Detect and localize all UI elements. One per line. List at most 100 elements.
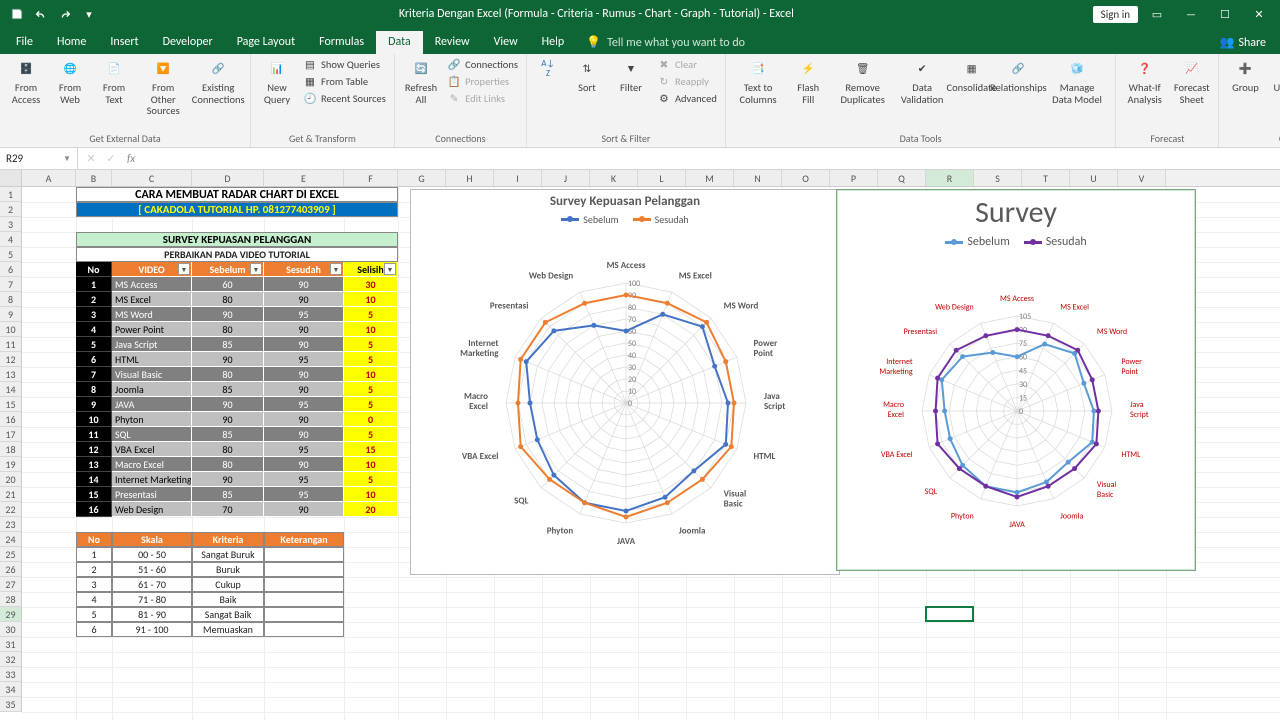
data-sesudah[interactable]: 90 [264,502,344,517]
from-access-button[interactable]: 🗄️From Access [6,56,46,107]
save-icon[interactable] [6,3,28,25]
undo-icon[interactable] [30,3,52,25]
col-header-C[interactable]: C [112,170,192,186]
data-sesudah[interactable]: 95 [264,472,344,487]
flash-fill-button[interactable]: ⚡Flash Fill [788,56,828,107]
col-header-E[interactable]: E [264,170,344,186]
t2-skala[interactable]: 51 - 60 [112,562,192,577]
text-to-columns-button[interactable]: 📑Text to Columns [732,56,784,107]
t2-no[interactable]: 6 [76,622,112,637]
data-video[interactable]: Web Design [112,502,192,517]
data-no[interactable]: 7 [76,367,112,382]
remove-dup-button[interactable]: 🗑Remove Duplicates [832,56,893,107]
t2-skala[interactable]: 71 - 80 [112,592,192,607]
data-no[interactable]: 5 [76,337,112,352]
tab-review[interactable]: Review [423,31,482,54]
from-other-button[interactable]: 🔽From Other Sources [138,56,188,119]
t2-hdr-no[interactable]: No [76,532,112,547]
col-header-I[interactable]: I [494,170,542,186]
row-header-27[interactable]: 27 [0,577,22,592]
t2-no[interactable]: 2 [76,562,112,577]
col-header-A[interactable]: A [22,170,76,186]
t2-ket[interactable] [264,592,344,607]
row-header-35[interactable]: 35 [0,697,22,712]
row-header-6[interactable]: 6 [0,262,22,277]
data-sebelum[interactable]: 80 [192,367,264,382]
t2-ket[interactable] [264,577,344,592]
tab-developer[interactable]: Developer [151,31,225,54]
data-sebelum[interactable]: 80 [192,442,264,457]
data-no[interactable]: 8 [76,382,112,397]
data-video[interactable]: Java Script [112,337,192,352]
manage-data-model-button[interactable]: 🧊Manage Data Model [1045,56,1110,107]
t2-hdr-kriteria[interactable]: Kriteria [192,532,264,547]
data-sebelum[interactable]: 85 [192,337,264,352]
col-header-J[interactable]: J [542,170,590,186]
clear-button[interactable]: ✖Clear [655,56,719,72]
data-video[interactable]: Phyton [112,412,192,427]
filter-dropdown-icon[interactable]: ▼ [330,263,342,275]
connections-button[interactable]: 🔗Connections [445,56,520,72]
data-sebelum[interactable]: 80 [192,292,264,307]
data-video[interactable]: MS Word [112,307,192,322]
close-icon[interactable]: ✕ [1244,3,1274,25]
data-sebelum[interactable]: 85 [192,382,264,397]
data-sebelum[interactable]: 60 [192,277,264,292]
data-no[interactable]: 16 [76,502,112,517]
row-header-16[interactable]: 16 [0,412,22,427]
data-no[interactable]: 6 [76,352,112,367]
col-header-B[interactable]: B [76,170,112,186]
data-sesudah[interactable]: 90 [264,337,344,352]
t2-no[interactable]: 3 [76,577,112,592]
col-header-O[interactable]: O [782,170,830,186]
data-video[interactable]: HTML [112,352,192,367]
data-sesudah[interactable]: 95 [264,442,344,457]
filter-dropdown-icon[interactable]: ▼ [178,263,190,275]
data-sebelum[interactable]: 90 [192,412,264,427]
row-header-34[interactable]: 34 [0,682,22,697]
filter-button[interactable]: ▼Filter [611,56,651,96]
cancel-formula-icon[interactable]: ✕ [82,152,100,165]
data-selisih[interactable]: 5 [344,427,398,442]
data-sesudah[interactable]: 90 [264,427,344,442]
t2-skala[interactable]: 81 - 90 [112,607,192,622]
row-header-3[interactable]: 3 [0,217,22,232]
data-sesudah[interactable]: 90 [264,292,344,307]
col-header-H[interactable]: H [446,170,494,186]
minimize-icon[interactable]: — [1176,3,1206,25]
radar-chart-1[interactable]: Survey Kepuasan Pelanggan.swatch::after{… [410,189,840,575]
data-sesudah[interactable]: 90 [264,322,344,337]
data-sesudah[interactable]: 90 [264,457,344,472]
sort-button[interactable]: ⇅Sort [567,56,607,96]
row-header-24[interactable]: 24 [0,532,22,547]
row-header-19[interactable]: 19 [0,457,22,472]
data-validation-button[interactable]: ✔Data Validation [897,56,947,107]
data-selisih[interactable]: 0 [344,412,398,427]
tab-file[interactable]: File [4,31,45,54]
filter-dropdown-icon[interactable]: ▼ [384,263,396,275]
row-header-17[interactable]: 17 [0,427,22,442]
row-header-2[interactable]: 2 [0,202,22,217]
data-video[interactable]: Joomla [112,382,192,397]
data-no[interactable]: 14 [76,472,112,487]
data-sesudah[interactable]: 90 [264,382,344,397]
data-no[interactable]: 10 [76,412,112,427]
forecast-sheet-button[interactable]: 📈Forecast Sheet [1171,56,1212,107]
data-selisih[interactable]: 5 [344,337,398,352]
col-header-U[interactable]: U [1070,170,1118,186]
t2-kriteria[interactable]: Baik [192,592,264,607]
data-no[interactable]: 13 [76,457,112,472]
from-table-button[interactable]: ▦From Table [301,73,388,89]
row-header-9[interactable]: 9 [0,307,22,322]
hdr-sebelum[interactable]: Sebelum▼ [192,262,264,277]
tab-view[interactable]: View [482,31,530,54]
what-if-button[interactable]: ❓What-If Analysis [1122,56,1167,107]
data-sesudah[interactable]: 90 [264,412,344,427]
data-no[interactable]: 2 [76,292,112,307]
data-sebelum[interactable]: 80 [192,457,264,472]
sort-az-button[interactable]: A↓Z [533,56,563,82]
redo-icon[interactable] [54,3,76,25]
row-header-4[interactable]: 4 [0,232,22,247]
t2-hdr-ket[interactable]: Keterangan [264,532,344,547]
data-no[interactable]: 15 [76,487,112,502]
